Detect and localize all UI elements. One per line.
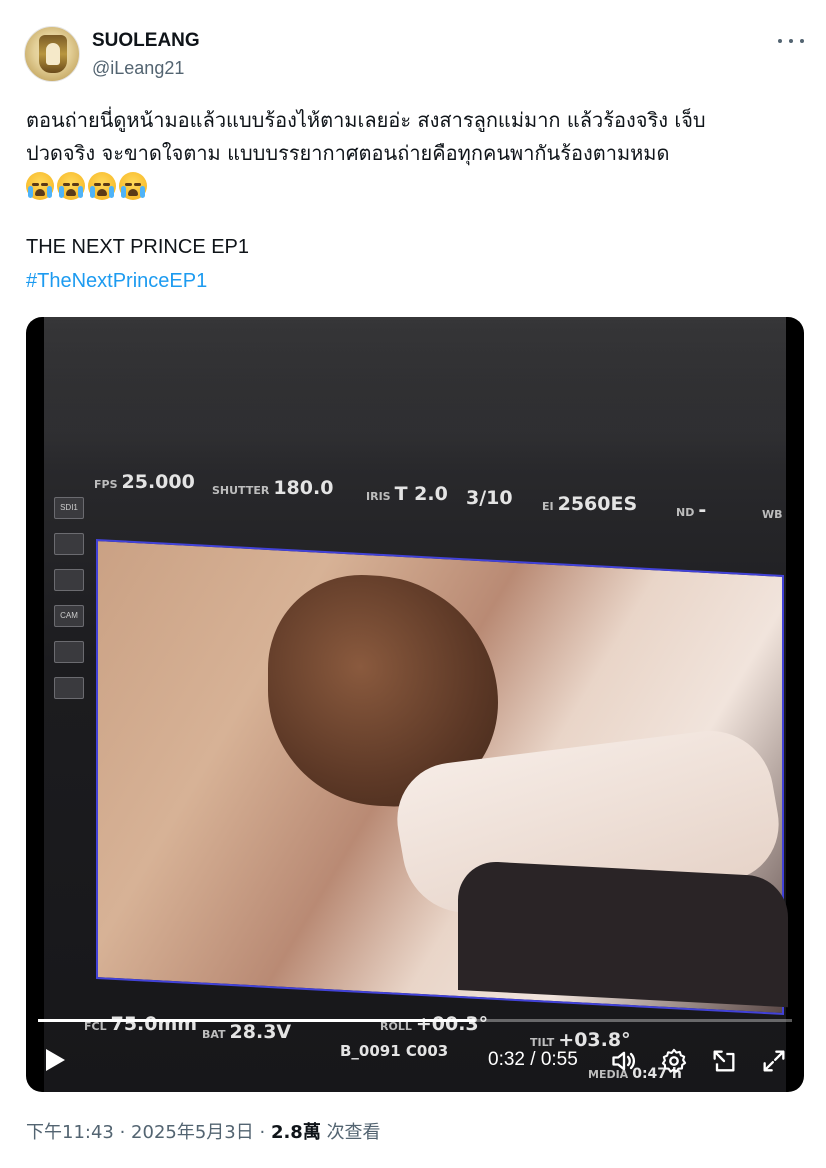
video-progress-fill [38,1019,476,1022]
tweet-header: SUOLEANG @iLeang21 [24,26,804,86]
dark-fabric [458,859,788,1008]
play-icon[interactable] [46,1049,65,1071]
video-player[interactable]: SDI1 CAM FPS 25.000 SHUTTER 180.0 IRIS T 2.… [26,317,804,1092]
tweet-meta: 下午11:43 · 2025年5月3日 · 2.8萬 次查看 [26,1118,381,1144]
avatar-figure-image [46,43,60,65]
author-handle[interactable]: @iLeang21 [92,58,184,79]
video-time: 0:32 / 0:55 [488,1049,578,1070]
hud-roll: ROLL +00.3° [380,1013,489,1035]
author-avatar[interactable] [24,26,80,82]
views-label: 次查看 [326,1122,381,1143]
side-panel-cam: CAM [54,605,84,627]
video-frame: SDI1 CAM FPS 25.000 SHUTTER 180.0 IRIS T 2.… [44,317,789,1092]
loudly-crying-face-icon [88,172,116,200]
meta-separator: · [253,1122,271,1143]
monitor-side-panel: SDI1 CAM [54,497,84,777]
fullscreen-icon[interactable] [760,1047,788,1075]
video-progress-bar[interactable] [38,1019,792,1022]
more-options-icon[interactable] [778,30,804,52]
side-panel-box [54,677,84,699]
hud-wb: WB [762,508,783,521]
side-panel-sdi: SDI1 [54,497,84,519]
tweet-time[interactable]: 下午11:43 [26,1122,114,1143]
meta-separator: · [113,1122,132,1143]
volume-icon[interactable] [610,1047,638,1075]
hud-iris: IRIS T 2.0 [366,483,448,505]
hud-focal: FCL 75.0mm [84,1013,198,1035]
video-controls: 0:32 / 0:55 [26,1037,804,1087]
hud-nd: ND - [676,499,707,521]
camera-hud-top: FPS 25.000 SHUTTER 180.0 IRIS T 2.0 3/10 EI… [94,467,794,521]
author-name[interactable]: SUOLEANG [92,30,200,52]
tweet-text-line-2: ปวดจริง จะขาดใจตาม แบบบรรยากาศตอนถ่ายคือ… [26,141,670,165]
tweet-date[interactable]: 2025年5月3日 [131,1122,254,1143]
hud-angle: 3/10 [466,487,513,509]
side-panel-box [54,533,84,555]
tweet-title-line: THE NEXT PRINCE EP1 [26,236,250,258]
tweet-text-line-1: ตอนถ่ายนี่ดูหน้ามอแล้วแบบร้องไห้ตามเลยอ่… [26,108,706,132]
hud-ei: EI 2560ES [542,493,638,515]
settings-icon[interactable] [660,1047,688,1075]
hud-shutter: SHUTTER 180.0 [212,477,334,499]
side-panel-box [54,641,84,663]
side-panel-box [54,569,84,591]
views-count: 2.8萬 [270,1122,321,1143]
emoji-row [26,172,147,200]
monitor-glare [44,317,786,467]
monitor-image [96,538,789,1016]
loudly-crying-face-icon [57,172,85,200]
hud-fps: FPS 25.000 [94,471,195,493]
hashtag-link[interactable]: #TheNextPrinceEP1 [26,270,207,293]
picture-in-picture-icon[interactable] [710,1047,738,1075]
tweet-text: ตอนถ่ายนี่ดูหน้ามอแล้วแบบร้องไห้ตามเลยอ่… [26,104,796,170]
loudly-crying-face-icon [119,172,147,200]
loudly-crying-face-icon [26,172,54,200]
